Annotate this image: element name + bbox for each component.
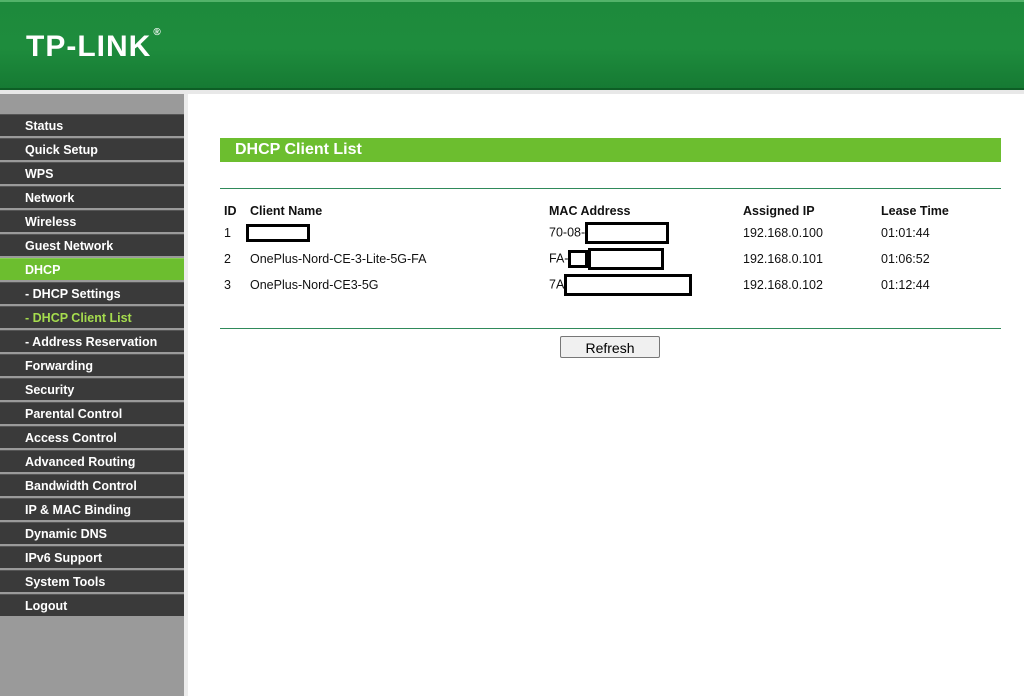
mac-address: 70-08- [549,225,586,240]
sidebar-item-ip-mac-binding[interactable]: IP & MAC Binding [0,498,184,520]
sidebar: Status Quick Setup WPS Network Wireless … [0,94,188,696]
mac-address: FA- [549,251,569,266]
sidebar-item-network[interactable]: Network [0,186,184,208]
header-banner: TP-LINK ® [0,0,1024,90]
sidebar-item-dhcp[interactable]: DHCP [0,258,184,280]
client-name: OnePlus-Nord-CE3-5G [250,278,379,292]
sidebar-item-security[interactable]: Security [0,378,184,400]
main-content: DHCP Client List ID Client Name MAC Addr… [188,94,1024,696]
sidebar-item-dhcp-client-list[interactable]: - DHCP Client List [0,306,184,328]
column-header-assigned-ip: Assigned IP [743,204,815,218]
client-id: 3 [224,278,231,292]
sidebar-item-access-control[interactable]: Access Control [0,426,184,448]
redaction-box [564,274,693,296]
redaction-box [568,250,589,268]
redaction-box [246,224,310,242]
sidebar-item-forwarding[interactable]: Forwarding [0,354,184,376]
redaction-box [585,222,670,244]
lease-time: 01:06:52 [881,252,930,266]
tp-link-logo: TP-LINK ® [26,27,162,63]
column-header-id: ID [224,204,237,218]
table-top-divider [220,188,1001,189]
sidebar-item-guest-network[interactable]: Guest Network [0,234,184,256]
table-row: 3 OnePlus-Nord-CE3-5G 7A 192.168.0.102 0… [220,272,1001,298]
refresh-button[interactable]: Refresh [560,336,660,358]
redaction-box [588,248,665,270]
assigned-ip: 192.168.0.101 [743,252,823,266]
sidebar-item-parental-control[interactable]: Parental Control [0,402,184,424]
page-title: DHCP Client List [220,138,1001,162]
assigned-ip: 192.168.0.100 [743,226,823,240]
assigned-ip: 192.168.0.102 [743,278,823,292]
sidebar-item-bandwidth-control[interactable]: Bandwidth Control [0,474,184,496]
sidebar-item-dhcp-settings[interactable]: - DHCP Settings [0,282,184,304]
sidebar-item-wireless[interactable]: Wireless [0,210,184,232]
mac-address-cell: 70-08- [545,220,739,246]
mac-address-cell: FA- [545,246,739,272]
sidebar-item-system-tools[interactable]: System Tools [0,570,184,592]
lease-time: 01:12:44 [881,278,930,292]
sidebar-item-logout[interactable]: Logout [0,594,184,616]
table-header-row: ID Client Name MAC Address Assigned IP L… [220,202,1001,220]
sidebar-item-address-reservation[interactable]: - Address Reservation [0,330,184,352]
client-id: 1 [224,226,231,240]
sidebar-item-quick-setup[interactable]: Quick Setup [0,138,184,160]
table-row: 1 70-08- 192.168.0.100 01:01:44 [220,220,1001,246]
sidebar-item-status[interactable]: Status [0,114,184,136]
client-id: 2 [224,252,231,266]
table-bottom-divider [220,328,1001,329]
sidebar-menu: Status Quick Setup WPS Network Wireless … [0,114,184,618]
sidebar-item-advanced-routing[interactable]: Advanced Routing [0,450,184,472]
dhcp-client-table: ID Client Name MAC Address Assigned IP L… [220,202,1001,298]
lease-time: 01:01:44 [881,226,930,240]
sidebar-item-dynamic-dns[interactable]: Dynamic DNS [0,522,184,544]
column-header-mac-address: MAC Address [549,204,631,218]
sidebar-item-ipv6-support[interactable]: IPv6 Support [0,546,184,568]
mac-address: 7A [549,277,565,292]
mac-address-cell: 7A [545,272,739,298]
column-header-client-name: Client Name [250,204,323,218]
client-name-cell [246,220,545,246]
table-row: 2 OnePlus-Nord-CE-3-Lite-5G-FA FA- 192.1… [220,246,1001,272]
sidebar-item-wps[interactable]: WPS [0,162,184,184]
client-name: OnePlus-Nord-CE-3-Lite-5G-FA [250,252,427,266]
header-highlight [0,0,1024,2]
column-header-lease-time: Lease Time [881,204,949,218]
